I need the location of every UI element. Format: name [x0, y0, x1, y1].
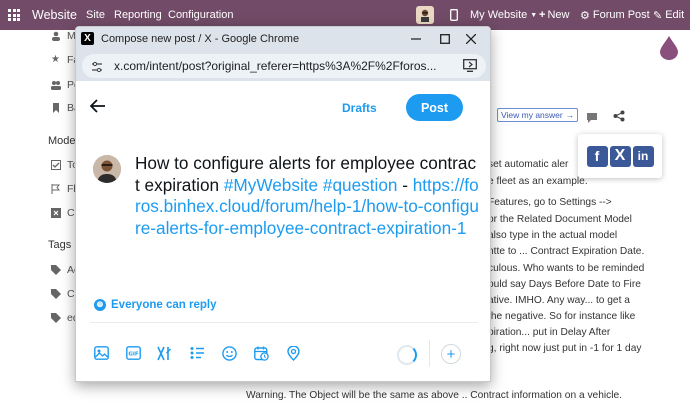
edit-button[interactable]: ✎ Edit	[653, 0, 684, 30]
answer-text-line: also type in the actual model	[488, 230, 618, 241]
maximize-icon	[440, 34, 450, 44]
pencil-icon: ✎	[653, 9, 663, 22]
sidebar-item[interactable]: M	[51, 30, 76, 42]
site-info-icon[interactable]	[91, 60, 103, 78]
arrow-right-icon: →	[565, 110, 575, 120]
moderation-item[interactable]: Cl	[51, 207, 77, 219]
poll-icon[interactable]	[188, 344, 206, 362]
tags-heading: Tags	[48, 239, 72, 251]
globe-icon: 🌐︎	[94, 299, 106, 311]
toolbar-separator	[429, 340, 430, 367]
answer-text-line: Features, go to Settings -->	[488, 197, 612, 208]
close-square-icon	[51, 208, 61, 218]
share-popover: f X in	[578, 134, 662, 178]
linkedin-icon[interactable]: in	[632, 145, 654, 167]
close-button[interactable]	[456, 27, 486, 51]
answer-text-line: culous. Who wants to be reminded	[488, 263, 645, 274]
window-title: Compose new post / X - Google Chrome	[101, 33, 300, 45]
view-my-answer-button[interactable]: View my answer →	[497, 108, 579, 122]
forum-post-button[interactable]: ⚙ Forum Post	[580, 0, 650, 30]
compose-panel: Drafts Post How to configure alerts for …	[76, 81, 490, 381]
answer-text-line: set automatic aler	[488, 159, 569, 170]
reply-setting-label: Everyone can reply	[111, 299, 217, 311]
facebook-icon[interactable]: f	[586, 145, 608, 167]
answer-text-line: ative. IMHO. Any way... to get a	[488, 295, 630, 306]
emoji-icon[interactable]	[220, 344, 238, 362]
flag-icon	[51, 184, 61, 194]
apps-grid-icon[interactable]	[8, 0, 20, 30]
reply-settings-button[interactable]: 🌐︎ Everyone can reply	[94, 299, 216, 311]
hashtag-question[interactable]: #question	[323, 175, 398, 195]
tag-icon	[51, 265, 61, 275]
new-label: New	[547, 9, 570, 21]
chevron-down-icon: ▼	[530, 11, 538, 19]
tag-icon	[51, 289, 61, 299]
post-text-dash: -	[397, 174, 408, 195]
answer-text-line: Warning. The Object will be the same as …	[246, 390, 622, 401]
people-icon	[51, 80, 61, 90]
edit-label: Edit	[665, 9, 685, 21]
open-in-window-icon[interactable]	[463, 59, 477, 77]
location-icon[interactable]	[284, 344, 302, 362]
forum-post-label: Forum Post	[592, 9, 650, 21]
website-selector-label: My Website	[470, 9, 528, 21]
answer-text-line: the negative. So for instance like	[488, 311, 636, 322]
answer-text-line: e fleet as an example.	[488, 176, 588, 187]
gif-icon[interactable]: GIF	[124, 344, 142, 362]
comment-icon[interactable]	[586, 110, 598, 128]
share-icon[interactable]	[613, 109, 625, 127]
window-titlebar[interactable]: X Compose new post / X - Google Chrome	[76, 27, 490, 51]
hashtag-mywebsite[interactable]: #MyWebsite	[224, 175, 318, 195]
gear-icon: ⚙	[580, 9, 590, 22]
back-arrow-icon[interactable]	[89, 98, 106, 118]
url-text: x.com/intent/post?original_referer=https…	[114, 59, 437, 73]
answer-text-line: piration... put in Delay After	[488, 327, 611, 338]
url-field[interactable]: x.com/intent/post?original_referer=https…	[82, 54, 486, 78]
answer-text-line: g, right now just put in -1 for 1 day	[488, 343, 642, 354]
minimize-icon	[411, 38, 421, 40]
moderation-heading: Mode	[48, 135, 76, 147]
check-square-icon	[51, 160, 61, 170]
svg-text:GIF: GIF	[128, 352, 139, 358]
app-brand[interactable]: Website	[32, 0, 77, 30]
x-twitter-icon[interactable]: X	[609, 145, 631, 167]
answer-text-line: ould say Days Before Date to Fire	[488, 279, 641, 290]
add-post-button[interactable]: +	[441, 344, 461, 364]
minimize-button[interactable]	[401, 27, 431, 51]
answer-text-line: or the Related Document Model	[488, 214, 632, 225]
plus-icon: +	[446, 345, 456, 363]
plus-icon: +	[539, 9, 546, 21]
schedule-icon[interactable]	[252, 344, 270, 362]
bookmark-icon	[51, 103, 61, 113]
image-icon[interactable]	[92, 344, 110, 362]
post-text-editor[interactable]: How to configure alerts for employee con…	[135, 153, 480, 239]
post-button[interactable]: Post	[406, 94, 463, 121]
compose-popup-window: X Compose new post / X - Google Chrome x…	[75, 26, 491, 382]
tag-icon	[51, 313, 61, 323]
drop-icon	[660, 36, 678, 65]
drafts-button[interactable]: Drafts	[342, 101, 377, 115]
answer-button-label: View my answer	[501, 110, 563, 120]
divider	[90, 322, 478, 323]
close-icon	[466, 34, 476, 44]
new-button[interactable]: + New	[539, 0, 569, 30]
answer-text-line: ntte to ... Contract Expiration Date.	[488, 246, 645, 257]
user-icon	[51, 31, 61, 41]
grok-icon[interactable]	[156, 344, 174, 362]
x-logo-icon: X	[81, 32, 94, 45]
star-icon: ★	[51, 54, 60, 65]
user-avatar[interactable]	[93, 155, 121, 183]
character-counter-ring	[397, 345, 417, 365]
address-bar: x.com/intent/post?original_referer=https…	[76, 51, 490, 81]
